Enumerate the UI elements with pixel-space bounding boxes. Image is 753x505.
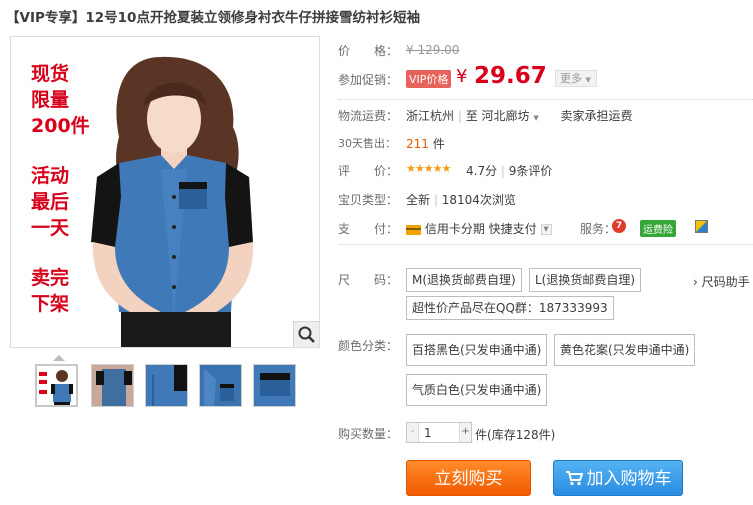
payment-label: 支 付：	[338, 222, 399, 236]
size-helper-label: 尺码助手	[701, 275, 750, 289]
size-helper-link[interactable]: › 尺码助手	[693, 273, 750, 290]
magnifier-icon	[298, 326, 315, 343]
add-to-cart-label: 加入购物车	[586, 469, 672, 489]
color-option-yellow[interactable]: 黄色花案(只发申通中通)	[554, 334, 696, 366]
thumbnail-image	[146, 365, 187, 406]
color-label: 颜色分类：	[338, 339, 399, 353]
quantity-unit: 件	[475, 428, 488, 442]
promo-label: 参加促销：	[338, 73, 399, 87]
credit-card-icon	[406, 224, 421, 235]
color-option-white[interactable]: 气质白色(只发申通中通)	[406, 374, 548, 406]
service-label: 服务：	[580, 222, 617, 236]
chevron-down-icon: ▼	[585, 76, 591, 84]
rating-score: 4.7分	[466, 164, 498, 178]
product-title: 【VIP专享】12号10点开抢夏装立领修身衬衣牛仔拼接雪纺衬衫短袖	[6, 10, 420, 26]
quantity-input[interactable]	[420, 423, 459, 442]
vip-price-badge: VIP价格	[406, 70, 452, 88]
quick-pay[interactable]: 快捷支付	[489, 222, 537, 236]
shipping-label: 物流运费：	[338, 109, 399, 123]
size-label: 尺 码：	[338, 273, 399, 287]
ship-to-location[interactable]: 河北廊坊	[482, 109, 530, 123]
original-price: ¥ 129.00	[406, 43, 460, 57]
promo-line: 最后	[31, 191, 70, 213]
shipping-fee-note: 卖家承担运费	[560, 109, 633, 123]
chevron-right-icon: ›	[693, 275, 698, 289]
stock-count: (库存128件)	[487, 428, 556, 442]
thumbnail-indicator-icon	[53, 355, 65, 361]
review-count-link[interactable]: 9条评价	[509, 164, 553, 178]
rating-info: 4.7分 | 9条评价	[466, 164, 553, 178]
more-promotions-button[interactable]: 更多 ▼	[555, 70, 597, 87]
sales-count: 211	[406, 137, 429, 151]
promo-overlay-text: 现货 限量 200件 活动 最后 一天 卖完 下架	[31, 61, 90, 317]
item-type-label: 宝贝类型：	[338, 193, 399, 207]
seven-day-return-icon[interactable]: 7	[612, 219, 626, 233]
quantity-label: 购买数量：	[338, 427, 399, 441]
shipping-info: 浙江杭州 | 至 河北廊坊 ▼ 卖家承担运费	[406, 109, 633, 123]
thumbnail-4[interactable]	[199, 364, 242, 407]
promo-line: 活动	[31, 165, 70, 187]
thumbnail-2[interactable]	[91, 364, 134, 407]
chevron-down-icon[interactable]: ▼	[540, 224, 552, 235]
guarantee-icon[interactable]	[695, 220, 708, 233]
currency-symbol: ¥	[456, 66, 468, 87]
sales-unit: 件	[432, 137, 445, 151]
view-count: 18104次浏览	[441, 193, 516, 207]
divider	[338, 99, 753, 100]
add-to-cart-button[interactable]: 加入购物车	[553, 460, 683, 496]
ship-to-separator: 至	[465, 109, 478, 123]
size-option-qq-group[interactable]: 超性价产品尽在QQ群：187333993	[406, 296, 614, 320]
promo-line: 下架	[31, 293, 70, 315]
thumbnail-1[interactable]	[35, 364, 78, 407]
item-type-info: 全新 | 18104次浏览	[406, 193, 516, 207]
quantity-stepper: - +	[406, 422, 472, 443]
ship-from: 浙江杭州	[406, 109, 455, 123]
payment-methods: 信用卡分期 快捷支付 ▼	[406, 220, 552, 237]
buy-now-button[interactable]: 立刻购买	[406, 460, 531, 496]
thumbnail-image	[254, 365, 295, 406]
credit-installment[interactable]: 信用卡分期	[425, 222, 485, 236]
zoom-button[interactable]	[293, 321, 319, 347]
chevron-down-icon[interactable]: ▼	[533, 114, 538, 122]
price-label: 价 格：	[338, 44, 399, 58]
thumbnail-image	[200, 365, 241, 406]
rating-stars-icon: ★★★★★	[406, 162, 451, 175]
size-option-l[interactable]: L(退换货邮费自理)	[529, 268, 642, 292]
promo-line: 现货	[31, 63, 70, 85]
main-product-image[interactable]: 现货 限量 200件 活动 最后 一天 卖完 下架	[10, 36, 320, 348]
promo-line: 卖完	[31, 267, 70, 289]
item-condition: 全新	[406, 193, 431, 207]
quantity-increment-button[interactable]: +	[459, 423, 471, 442]
thumbnail-5[interactable]	[253, 364, 296, 407]
promo-line: 一天	[31, 217, 70, 239]
size-option-m[interactable]: M(退换货邮费自理)	[406, 268, 522, 292]
promo-price: 29.67	[474, 63, 547, 89]
promo-line: 200件	[31, 115, 90, 137]
color-option-black[interactable]: 百搭黑色(只发申通中通)	[406, 334, 548, 366]
shipping-insurance-badge[interactable]: 运费险	[640, 220, 676, 237]
stock-info: 件(库存128件)	[475, 426, 555, 443]
cart-icon	[565, 471, 583, 486]
promo-line: 限量	[31, 89, 70, 111]
thumbnail-3[interactable]	[145, 364, 188, 407]
sales-info: 211 件	[406, 135, 445, 152]
more-label: 更多	[560, 72, 582, 85]
quantity-decrement-button[interactable]: -	[407, 423, 419, 442]
thumbnail-image	[92, 365, 133, 406]
sales-label: 30天售出：	[338, 137, 396, 150]
thumbnail-image	[37, 366, 76, 405]
rating-label: 评 价：	[338, 164, 399, 178]
divider	[338, 244, 753, 245]
